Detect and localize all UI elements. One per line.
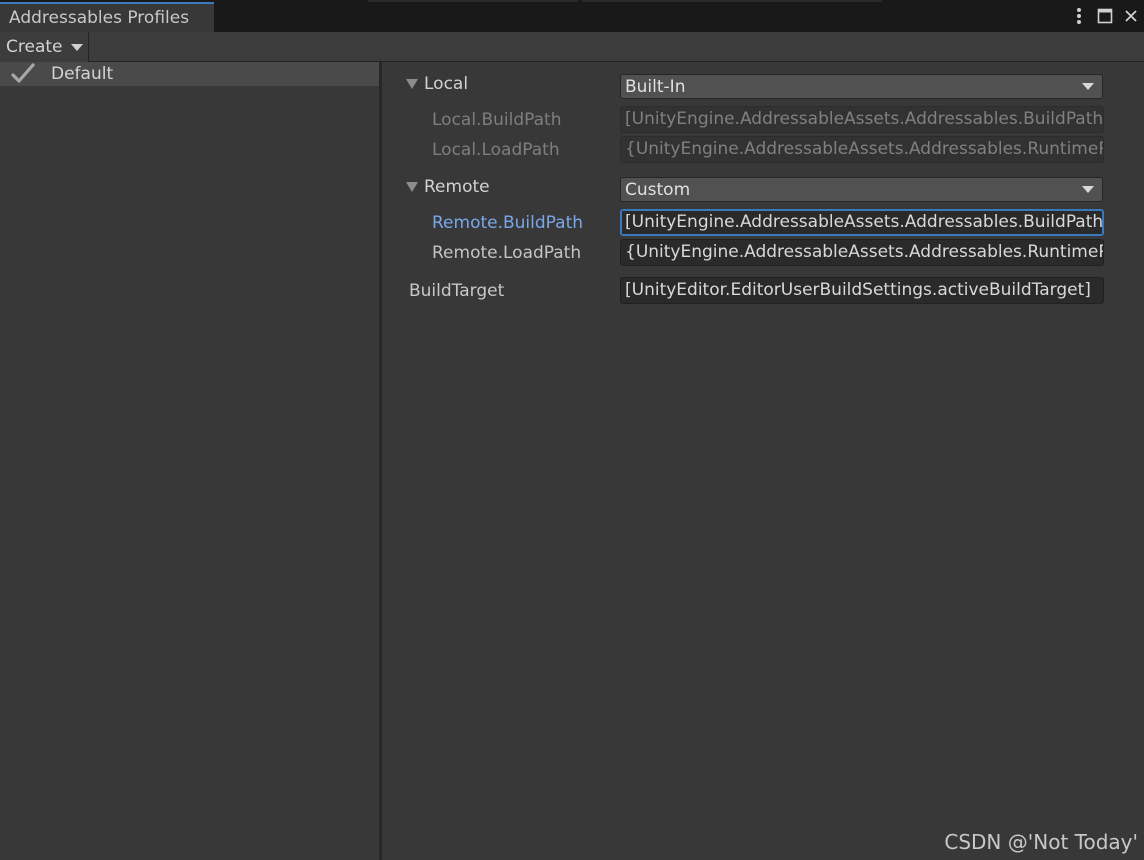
foldout-arrow-icon	[406, 79, 418, 89]
profile-details: Local Built-In Local.BuildPath [UnityEng…	[382, 62, 1144, 860]
group-name: Remote	[424, 177, 490, 197]
toolbar: Create	[0, 32, 1144, 62]
buildtarget-field[interactable]: [UnityEditor.EditorUserBuildSettings.act…	[620, 277, 1104, 304]
local-loadpath-label: Local.LoadPath	[432, 140, 560, 160]
local-buildpath-field: [UnityEngine.AddressableAssets.Addressab…	[620, 106, 1104, 133]
close-icon[interactable]	[1122, 6, 1140, 26]
profile-item-default[interactable]: Default	[0, 62, 379, 86]
local-buildpath-label: Local.BuildPath	[432, 110, 562, 130]
remote-buildpath-label: Remote.BuildPath	[432, 213, 584, 233]
chevron-down-icon	[1082, 83, 1094, 90]
foldout-arrow-icon	[406, 182, 418, 192]
create-button-label: Create	[6, 37, 63, 57]
remote-buildpath-field[interactable]: [UnityEngine.AddressableAssets.Addressab…	[620, 209, 1104, 236]
group-name: Local	[424, 74, 469, 94]
remote-mode-dropdown[interactable]: Custom	[620, 177, 1103, 202]
maximize-icon[interactable]	[1096, 6, 1114, 26]
window-tab-bar: Addressables Profiles	[0, 0, 1144, 32]
profile-name: Default	[51, 64, 114, 84]
remote-loadpath-label: Remote.LoadPath	[432, 243, 582, 263]
create-dropdown-button[interactable]: Create	[0, 32, 89, 62]
buildtarget-label: BuildTarget	[409, 281, 505, 301]
foldout-local[interactable]: Local	[406, 72, 468, 96]
dropdown-value: Custom	[625, 179, 691, 200]
tab-addressables-profiles[interactable]: Addressables Profiles	[0, 2, 214, 32]
kebab-menu-icon[interactable]	[1070, 6, 1088, 26]
remote-loadpath-field[interactable]: {UnityEngine.AddressableAssets.Addressab…	[620, 239, 1104, 266]
local-loadpath-field: {UnityEngine.AddressableAssets.Addressab…	[620, 136, 1104, 163]
window-controls	[1070, 4, 1140, 28]
profile-list: Default	[0, 62, 379, 860]
chevron-down-icon	[1082, 186, 1094, 193]
local-mode-dropdown[interactable]: Built-In	[620, 74, 1103, 99]
foldout-remote[interactable]: Remote	[406, 175, 490, 199]
background-tab-strip-2	[582, 0, 882, 2]
background-tab-strip	[368, 0, 578, 2]
chevron-down-icon	[70, 43, 83, 51]
checkmark-icon	[10, 63, 36, 85]
watermark-text: CSDN @'Not Today'	[944, 830, 1138, 854]
dropdown-value: Built-In	[625, 76, 686, 97]
